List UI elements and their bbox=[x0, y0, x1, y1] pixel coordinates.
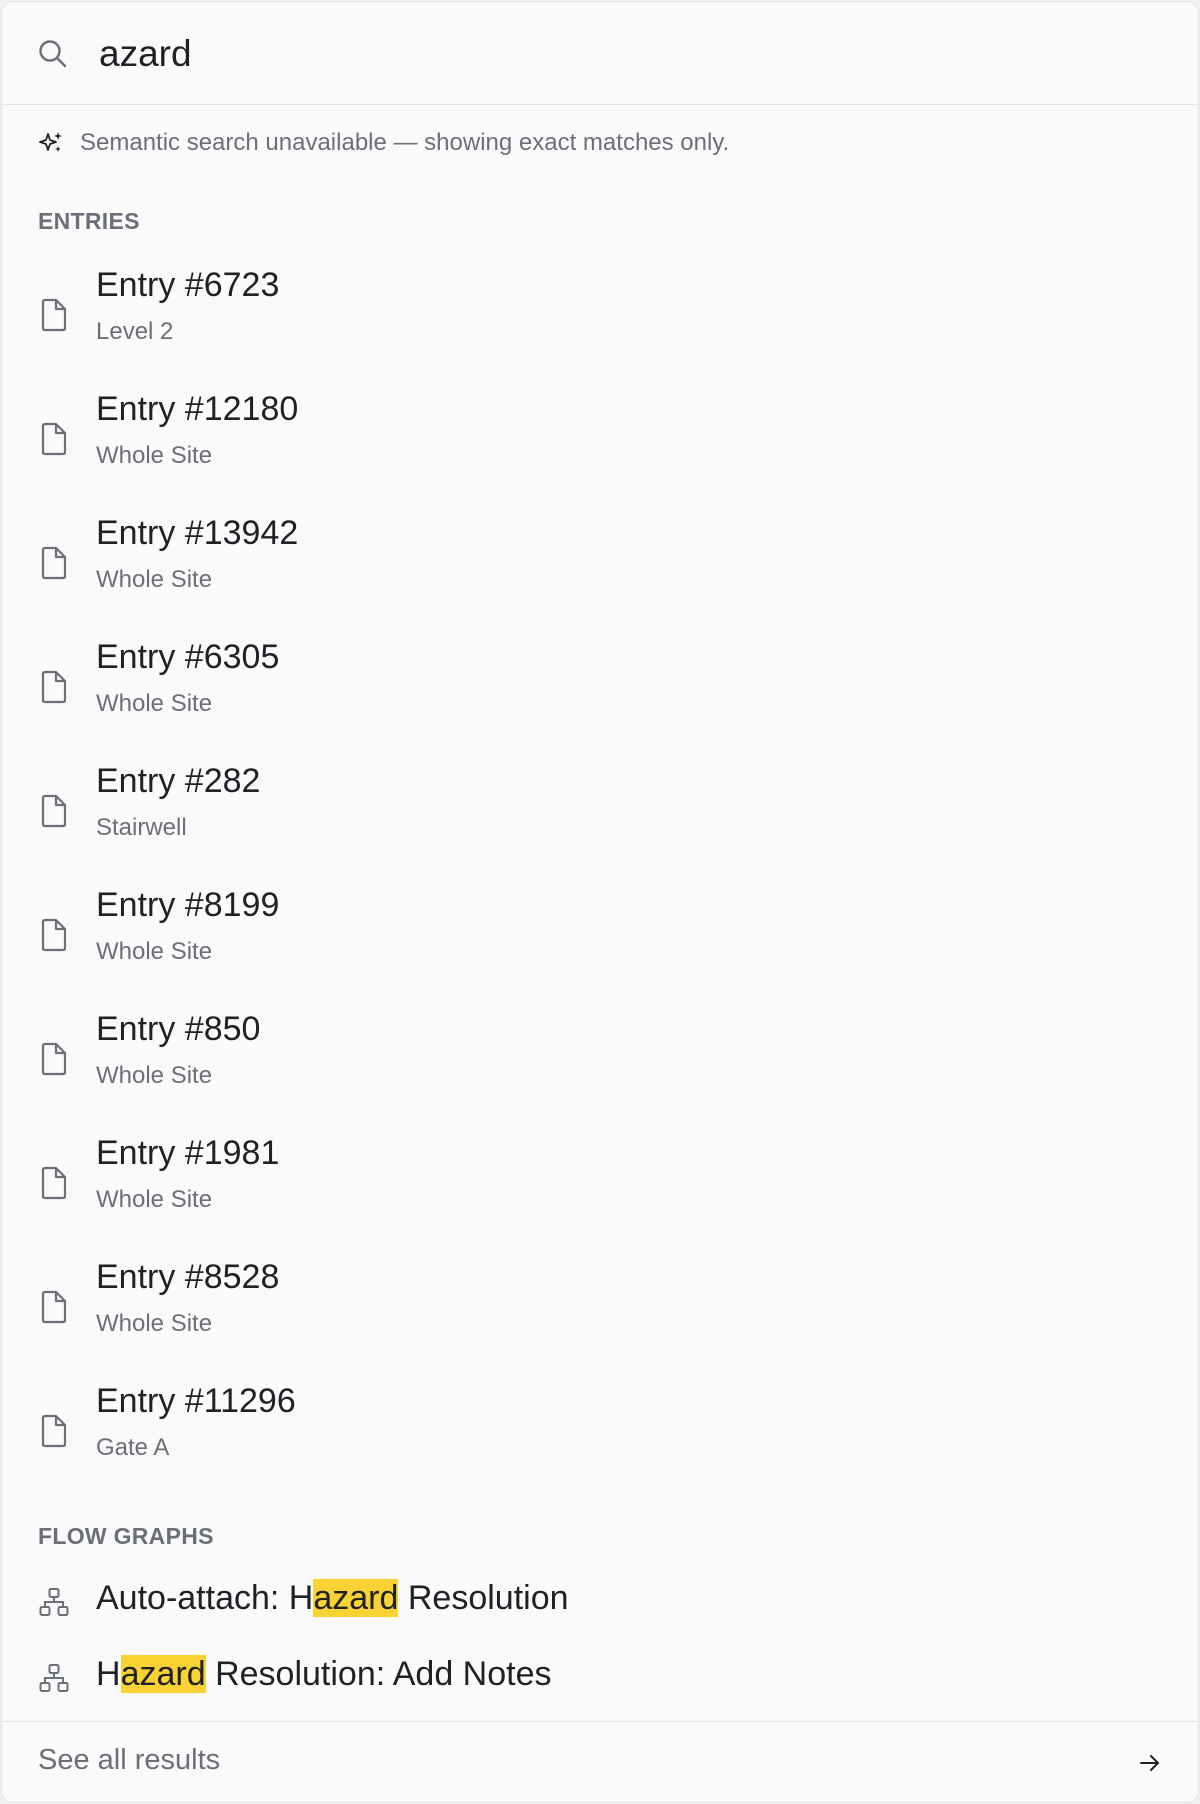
document-icon bbox=[41, 298, 67, 332]
document-icon bbox=[41, 422, 67, 456]
document-icon bbox=[41, 1166, 67, 1200]
flow-graph-title-before: H bbox=[96, 1655, 121, 1693]
entry-title: Entry #282 bbox=[96, 762, 261, 800]
notice-text: Semantic search unavailable — showing ex… bbox=[80, 129, 730, 156]
flow-graph-row[interactable]: Auto-attach: Hazard Resolution bbox=[2, 1565, 1198, 1637]
flow-graph-title-after: Resolution: Add Notes bbox=[205, 1655, 552, 1693]
entry-location: Stairwell bbox=[96, 814, 187, 841]
entry-location: Whole Site bbox=[96, 938, 213, 965]
entry-location: Gate A bbox=[96, 1434, 170, 1461]
entry-row[interactable]: Entry #13942 Whole Site bbox=[2, 506, 1198, 630]
entry-location: Whole Site bbox=[96, 1310, 213, 1337]
search-icon bbox=[39, 40, 67, 68]
document-icon bbox=[41, 670, 67, 704]
search-match-highlight: azard bbox=[313, 1579, 399, 1617]
entry-location: Level 2 bbox=[96, 318, 174, 345]
entry-row[interactable]: Entry #1981 Whole Site bbox=[2, 1126, 1198, 1250]
flow-graph-title-after: Resolution bbox=[398, 1579, 569, 1617]
entry-title: Entry #12180 bbox=[96, 390, 299, 428]
section-title-entries: ENTRIES bbox=[38, 208, 140, 234]
entry-title: Entry #850 bbox=[96, 1010, 261, 1048]
search-match-highlight: azard bbox=[120, 1655, 206, 1693]
entry-title: Entry #6723 bbox=[96, 266, 280, 304]
flow-graph-icon bbox=[39, 1588, 69, 1616]
document-icon bbox=[41, 1414, 67, 1448]
arrow-right-icon bbox=[1140, 1755, 1159, 1771]
entry-row[interactable]: Entry #12180 Whole Site bbox=[2, 382, 1198, 506]
entry-row[interactable]: Entry #6723 Level 2 bbox=[2, 258, 1198, 382]
document-icon bbox=[41, 794, 67, 828]
entry-title: Entry #8528 bbox=[96, 1258, 280, 1296]
entry-location: Whole Site bbox=[96, 442, 213, 469]
flow-graph-title: Hazard Resolution: Add Notes bbox=[96, 1655, 552, 1694]
entry-row[interactable]: Entry #8199 Whole Site bbox=[2, 878, 1198, 1002]
entry-title: Entry #11296 bbox=[96, 1382, 296, 1420]
sparkles-icon bbox=[39, 132, 62, 152]
semantic-search-notice: Semantic search unavailable — showing ex… bbox=[38, 128, 729, 158]
entry-row[interactable]: Entry #11296 Gate A bbox=[2, 1374, 1198, 1498]
section-title-flow-graphs: FLOW GRAPHS bbox=[38, 1523, 214, 1549]
entry-row[interactable]: Entry #850 Whole Site bbox=[2, 1002, 1198, 1126]
see-all-results-button[interactable]: See all results bbox=[2, 1721, 1198, 1802]
search-bar bbox=[2, 2, 1198, 105]
see-all-results-label: See all results bbox=[38, 1744, 221, 1776]
flow-graph-title-before: Auto-attach: H bbox=[96, 1579, 314, 1617]
entry-title: Entry #1981 bbox=[96, 1134, 280, 1172]
flow-graph-title: Auto-attach: Hazard Resolution bbox=[96, 1579, 569, 1618]
search-input[interactable] bbox=[99, 30, 1149, 78]
entry-row[interactable]: Entry #6305 Whole Site bbox=[2, 630, 1198, 754]
document-icon bbox=[41, 1290, 67, 1324]
entry-row[interactable]: Entry #8528 Whole Site bbox=[2, 1250, 1198, 1374]
entry-title: Entry #6305 bbox=[96, 638, 280, 676]
document-icon bbox=[41, 546, 67, 580]
flow-graph-icon bbox=[39, 1664, 69, 1692]
entry-location: Whole Site bbox=[96, 1186, 213, 1213]
entry-title: Entry #8199 bbox=[96, 886, 280, 924]
entry-location: Whole Site bbox=[96, 1062, 213, 1089]
document-icon bbox=[41, 918, 67, 952]
flow-graph-row[interactable]: Hazard Resolution: Add Notes bbox=[2, 1641, 1198, 1713]
document-icon bbox=[41, 1042, 67, 1076]
entry-row[interactable]: Entry #282 Stairwell bbox=[2, 754, 1198, 878]
entry-title: Entry #13942 bbox=[96, 514, 299, 552]
entry-location: Whole Site bbox=[96, 690, 213, 717]
entry-location: Whole Site bbox=[96, 566, 213, 593]
search-results-panel: Semantic search unavailable — showing ex… bbox=[1, 1, 1199, 1803]
